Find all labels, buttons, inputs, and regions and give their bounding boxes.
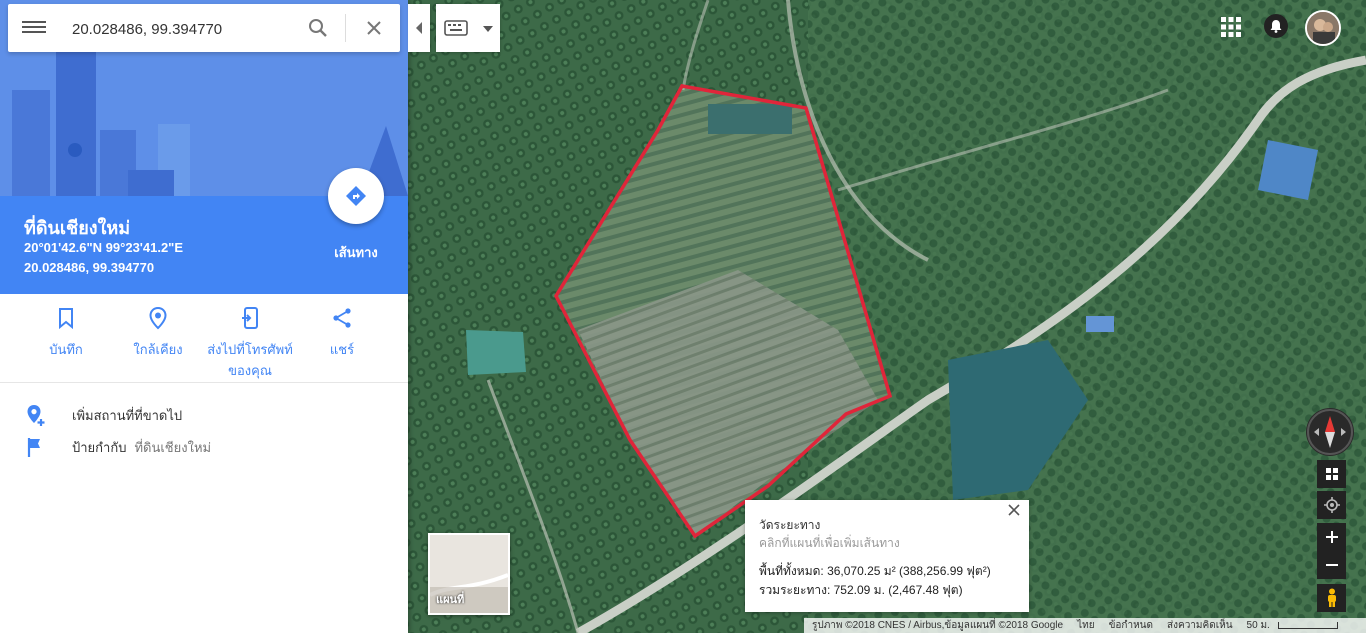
compass-button[interactable] xyxy=(1306,408,1354,456)
scale-label[interactable]: 50 ม. xyxy=(1247,618,1270,633)
add-place-icon xyxy=(27,405,45,426)
user-photo-icon xyxy=(1307,12,1339,44)
share-button[interactable]: แชร์ xyxy=(292,306,392,360)
menu-button[interactable] xyxy=(22,18,46,38)
language-link[interactable]: ไทย xyxy=(1077,618,1094,633)
measure-distance-card: วัดระยะทาง คลิกที่แผนที่เพื่อเพิ่มเส้นทา… xyxy=(745,500,1029,612)
send-to-phone-label-1: ส่งไปที่โทรศัพท์ xyxy=(207,342,293,357)
directions-button[interactable] xyxy=(328,168,384,224)
apps-grid-icon[interactable] xyxy=(1220,16,1242,38)
map-layer-label: แผนที่ xyxy=(436,594,465,606)
search-box xyxy=(8,4,400,52)
send-to-phone-icon xyxy=(242,307,258,329)
directions-icon xyxy=(346,186,366,206)
nearby-button[interactable]: ใกล้เคียง xyxy=(108,306,208,360)
plus-icon xyxy=(1325,531,1338,543)
avatar[interactable] xyxy=(1305,10,1341,46)
save-label: บันทึก xyxy=(49,342,83,357)
maps-window: ที่ดินเชียงใหม่ 20°01'42.6"N 99°23'41.2"… xyxy=(0,0,1366,633)
place-coordinates-dms: 20°01'42.6"N 99°23'41.2"E xyxy=(24,240,184,255)
menu-icon xyxy=(22,21,46,23)
divider xyxy=(0,382,408,383)
input-tools-button[interactable] xyxy=(436,4,500,52)
minus-icon xyxy=(1325,564,1338,566)
pegman-icon xyxy=(1327,588,1336,607)
nearby-label: ใกล้เคียง xyxy=(133,342,183,357)
scale-bar xyxy=(1277,622,1338,629)
compass-icon xyxy=(1307,409,1353,455)
bell-icon xyxy=(1270,20,1282,33)
place-title: ที่ดินเชียงใหม่ xyxy=(24,218,131,238)
directions-label: เส้นทาง xyxy=(334,245,378,260)
measure-distance: รวมระยะทาง: 752.09 ม. (2,467.48 ฟุต) xyxy=(759,583,963,597)
measure-title: วัดระยะทาง xyxy=(759,518,821,532)
keyboard-icon xyxy=(444,20,468,36)
label-prefix: ป้ายกำกับ xyxy=(72,439,127,455)
place-coordinates-decimal: 20.028486, 99.394770 xyxy=(24,260,155,275)
search-input[interactable] xyxy=(70,16,294,42)
chevron-left-icon xyxy=(416,22,422,34)
share-label: แชร์ xyxy=(329,342,355,357)
close-measure-button[interactable] xyxy=(1007,504,1021,518)
notifications-button[interactable] xyxy=(1264,14,1288,38)
add-missing-place-label: เพิ่มสถานที่ที่ขาดไป xyxy=(72,407,183,423)
close-icon[interactable] xyxy=(362,16,386,40)
my-location-button[interactable] xyxy=(1317,491,1346,519)
chevron-down-icon[interactable] xyxy=(483,26,493,32)
search-icon[interactable] xyxy=(306,16,330,40)
search-divider xyxy=(345,14,346,42)
terms-link[interactable]: ข้อกำหนด xyxy=(1109,618,1153,633)
map-layer-toggle[interactable]: แผนที่ xyxy=(428,533,510,615)
feedback-link[interactable]: ส่งความคิดเห็น xyxy=(1167,618,1233,633)
close-icon xyxy=(1008,504,1020,516)
nearby-pin-icon xyxy=(149,306,167,330)
tilt-button[interactable] xyxy=(1317,460,1346,488)
place-panel: ที่ดินเชียงใหม่ 20°01'42.6"N 99°23'41.2"… xyxy=(0,0,408,633)
pegman-button[interactable] xyxy=(1317,584,1346,612)
my-location-icon xyxy=(1323,497,1340,513)
send-to-phone-label-2: ของคุณ xyxy=(228,363,272,378)
send-to-phone-button[interactable]: ส่งไปที่โทรศัพท์ ของคุณ xyxy=(200,306,300,381)
flag-icon xyxy=(27,438,40,457)
attribution-bar: รูปภาพ ©2018 CNES / Airbus,ข้อมูลแผนที่ … xyxy=(804,618,1366,633)
bookmark-icon xyxy=(59,308,73,330)
save-button[interactable]: บันทึก xyxy=(16,306,116,360)
measure-hint: คลิกที่แผนที่เพื่อเพิ่มเส้นทาง xyxy=(759,536,900,550)
add-missing-place-row[interactable]: เพิ่มสถานที่ที่ขาดไป xyxy=(24,403,182,427)
zoom-in-button[interactable] xyxy=(1317,523,1346,551)
label-row[interactable]: ป้ายกำกับ ที่ดินเชียงใหม่ xyxy=(24,435,211,459)
collapse-panel-button[interactable] xyxy=(408,4,430,52)
imagery-attribution: รูปภาพ ©2018 CNES / Airbus,ข้อมูลแผนที่ … xyxy=(812,620,1064,631)
measure-area: พื้นที่ทั้งหมด: 36,070.25 ม² (388,256.99… xyxy=(759,564,991,578)
share-icon xyxy=(333,308,351,328)
zoom-out-button[interactable] xyxy=(1317,551,1346,579)
label-value: ที่ดินเชียงใหม่ xyxy=(134,439,212,455)
grid-icon xyxy=(1325,468,1338,480)
